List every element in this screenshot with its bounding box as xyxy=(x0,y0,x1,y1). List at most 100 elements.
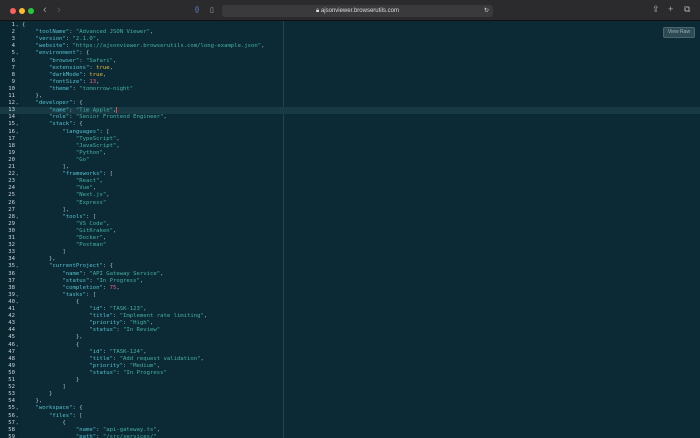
code-line[interactable]: 49 "priority": "Medium", xyxy=(0,363,700,370)
code-line[interactable]: 2 "toolName": "Advanced JSON Viewer", xyxy=(0,29,700,36)
code-line[interactable]: 32 "Postman" xyxy=(0,242,700,249)
code-line[interactable]: 45 }, xyxy=(0,334,700,341)
code-line[interactable]: 8 "darkMode": true, xyxy=(0,72,700,79)
fold-toggle-icon[interactable]: ▾ xyxy=(16,171,18,178)
code-line[interactable]: 36 "name": "API Gateway Service", xyxy=(0,271,700,278)
code-line[interactable]: 20 "Go" xyxy=(0,157,700,164)
code-line[interactable]: 52 ] xyxy=(0,384,700,391)
forward-icon[interactable]: › xyxy=(57,4,61,16)
code-line[interactable]: 19 "Python", xyxy=(0,150,700,157)
code-line[interactable]: 40▾ { xyxy=(0,299,700,306)
fold-toggle-icon[interactable]: ▾ xyxy=(16,214,18,221)
code-line[interactable]: 34 }, xyxy=(0,256,700,263)
line-number: 18 xyxy=(0,143,15,150)
json-punctuation: , xyxy=(106,221,109,227)
line-number: 56 xyxy=(0,413,15,420)
fold-toggle-icon[interactable]: ▾ xyxy=(16,100,18,107)
code-line[interactable]: 35▾ "currentProject": { xyxy=(0,263,700,270)
code-line[interactable]: 3 "version": "2.1.0", xyxy=(0,36,700,43)
json-punctuation xyxy=(22,43,35,49)
maximize-window-button[interactable] xyxy=(28,8,34,14)
code-line[interactable]: 39▾ "tasks": [ xyxy=(0,292,700,299)
code-text: "status": "In Progress", xyxy=(22,278,143,285)
fold-toggle-icon[interactable]: ▾ xyxy=(16,121,18,128)
code-line[interactable]: 21 ], xyxy=(0,164,700,171)
code-line[interactable]: 25 "Next.js", xyxy=(0,192,700,199)
code-line[interactable]: 15▾ "stack": { xyxy=(0,121,700,128)
code-line[interactable]: 26 "Express" xyxy=(0,200,700,207)
code-line[interactable]: 51 } xyxy=(0,377,700,384)
code-line[interactable]: 16▾ "languages": [ xyxy=(0,129,700,136)
code-line[interactable]: 50 "status": "In Progress" xyxy=(0,370,700,377)
code-line[interactable]: 27 ], xyxy=(0,207,700,214)
fold-toggle-icon[interactable]: ▾ xyxy=(16,342,18,349)
line-number: 9 xyxy=(0,79,15,86)
code-line[interactable]: 56▾ "files": [ xyxy=(0,413,700,420)
code-line[interactable]: 33 ] xyxy=(0,249,700,256)
code-line[interactable]: 37 "status": "In Progress", xyxy=(0,278,700,285)
address-bar[interactable]: 🔒︎ ajsonviewer.browserutils.com ↻ xyxy=(222,5,493,17)
minimize-window-button[interactable] xyxy=(19,8,25,14)
code-line[interactable]: 29 "VS Code", xyxy=(0,221,700,228)
code-line[interactable]: 38 "completion": 75, xyxy=(0,285,700,292)
close-window-button[interactable] xyxy=(10,8,16,14)
code-line[interactable]: 47 "id": "TASK-124", xyxy=(0,349,700,356)
code-line[interactable]: 48 "title": "Add request validation", xyxy=(0,356,700,363)
code-line[interactable]: 4 "website": "https://ajsonviewer.browse… xyxy=(0,43,700,50)
json-editor[interactable]: 1▾{2 "toolName": "Advanced JSON Viewer",… xyxy=(0,21,700,438)
code-line[interactable]: 59 "path": "/src/services/" xyxy=(0,434,700,438)
new-tab-icon[interactable]: + xyxy=(668,4,673,14)
fold-toggle-icon[interactable]: ▾ xyxy=(16,263,18,270)
share-icon[interactable]: ⇪ xyxy=(652,4,660,15)
code-line[interactable]: 54 }, xyxy=(0,398,700,405)
code-line[interactable]: 11 }, xyxy=(0,93,700,100)
code-text: { xyxy=(22,22,25,29)
code-line[interactable]: 18 "JavaScript", xyxy=(0,143,700,150)
code-line[interactable]: 42 "title": "Implement rate limiting", xyxy=(0,313,700,320)
code-line[interactable]: 7 "extensions": true, xyxy=(0,65,700,72)
code-line[interactable]: 43 "priority": "High", xyxy=(0,320,700,327)
tab-overview-icon[interactable]: ▯ xyxy=(210,6,214,14)
code-text: } xyxy=(22,377,79,384)
code-line[interactable]: 30 "GitKraken", xyxy=(0,228,700,235)
code-text: ], xyxy=(22,207,69,214)
json-punctuation xyxy=(22,200,76,206)
code-text: "Docker", xyxy=(22,235,106,242)
fold-toggle-icon[interactable]: ▾ xyxy=(16,413,18,420)
reload-icon[interactable]: ↻ xyxy=(484,5,489,17)
code-line[interactable]: 6 "browser": "Safari", xyxy=(0,58,700,65)
json-extension-icon[interactable]: {} xyxy=(195,7,199,13)
code-line[interactable]: 24 "Vue", xyxy=(0,185,700,192)
code-line[interactable]: 5▾ "environment": { xyxy=(0,50,700,57)
fold-toggle-icon[interactable]: ▾ xyxy=(16,50,18,57)
code-line[interactable]: 14 "role": "Senior Frontend Engineer", xyxy=(0,114,700,121)
fold-toggle-icon[interactable]: ▾ xyxy=(16,292,18,299)
code-line[interactable]: 12▾ "developer": { xyxy=(0,100,700,107)
json-punctuation xyxy=(22,86,49,92)
code-line[interactable]: 31 "Docker", xyxy=(0,235,700,242)
code-line[interactable]: 1▾{ xyxy=(0,22,700,29)
view-raw-button[interactable]: View Raw xyxy=(663,27,695,38)
code-line[interactable]: 55▾ "workspace": { xyxy=(0,405,700,412)
fold-toggle-icon[interactable]: ▾ xyxy=(16,129,18,136)
code-line[interactable]: 53 } xyxy=(0,391,700,398)
tabs-icon[interactable]: ⧉ xyxy=(684,4,690,15)
code-line[interactable]: 28▾ "tools": [ xyxy=(0,214,700,221)
code-line[interactable]: 9 "fontSize": 13, xyxy=(0,79,700,86)
code-line[interactable]: 46▾ { xyxy=(0,342,700,349)
code-line[interactable]: 23 "React", xyxy=(0,178,700,185)
fold-toggle-icon[interactable]: ▾ xyxy=(16,405,18,412)
code-line[interactable]: 13 "name": "Tim Apple", xyxy=(0,107,700,114)
code-line[interactable]: 58 "name": "api-gateway.ts", xyxy=(0,427,700,434)
fold-toggle-icon[interactable]: ▾ xyxy=(16,22,18,29)
code-line[interactable]: 44 "status": "In Review" xyxy=(0,327,700,334)
fold-toggle-icon[interactable]: ▾ xyxy=(16,420,18,427)
fold-toggle-icon[interactable]: ▾ xyxy=(16,299,18,306)
code-line[interactable]: 17 "TypeScript", xyxy=(0,136,700,143)
code-line[interactable]: 22▾ "frameworks": [ xyxy=(0,171,700,178)
code-line[interactable]: 57▾ { xyxy=(0,420,700,427)
back-icon[interactable]: ‹ xyxy=(43,4,47,16)
code-line[interactable]: 10 "theme": "tomorrow-night" xyxy=(0,86,700,93)
code-line[interactable]: 41 "id": "TASK-123", xyxy=(0,306,700,313)
json-punctuation xyxy=(22,185,76,191)
